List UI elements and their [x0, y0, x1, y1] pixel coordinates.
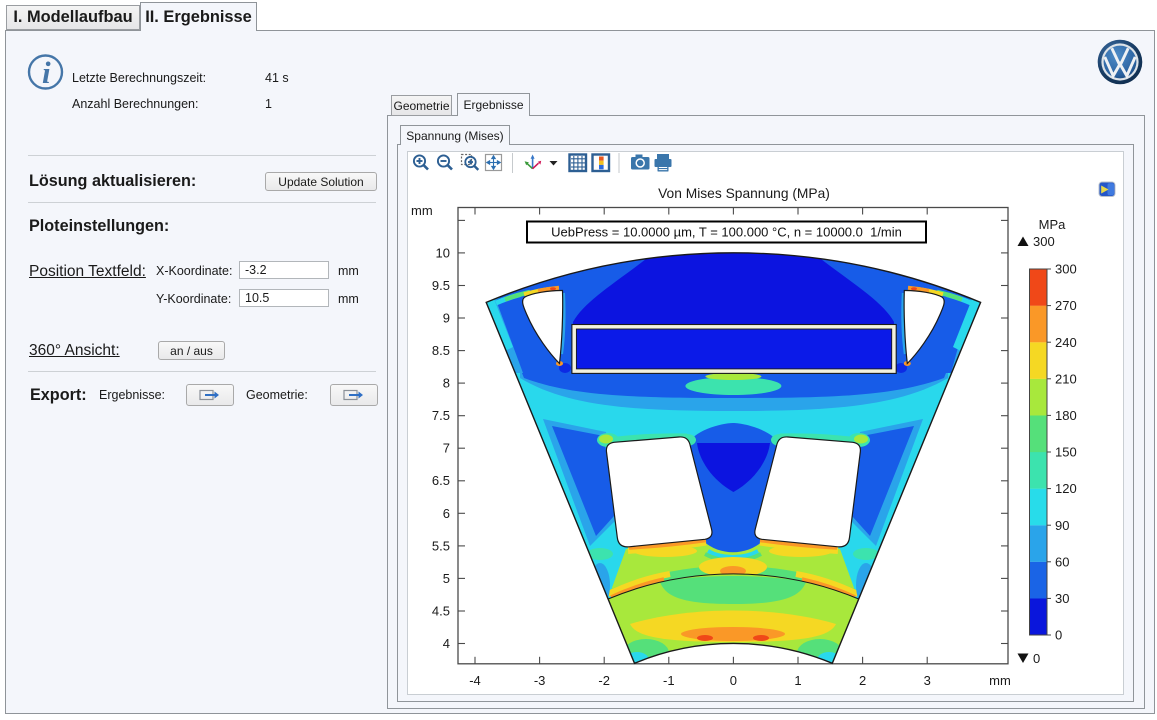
svg-text:9.5: 9.5: [432, 278, 450, 293]
svg-text:3: 3: [924, 673, 931, 688]
svg-text:Von Mises Spannung (MPa): Von Mises Spannung (MPa): [658, 186, 830, 201]
svg-text:0: 0: [730, 673, 737, 688]
svg-text:270: 270: [1055, 298, 1077, 313]
svg-text:4: 4: [443, 636, 450, 651]
svg-text:MPa: MPa: [1039, 217, 1067, 232]
svg-text:9: 9: [443, 311, 450, 326]
svg-text:-1: -1: [663, 673, 675, 688]
svg-text:7.5: 7.5: [432, 408, 450, 423]
svg-text:i: i: [42, 55, 51, 90]
svg-text:1: 1: [794, 673, 801, 688]
svg-text:8.5: 8.5: [432, 343, 450, 358]
svg-text:30: 30: [1055, 591, 1069, 606]
svg-text:150: 150: [1055, 445, 1077, 460]
svg-text:UebPress = 10.0000 µm, T = 100: UebPress = 10.0000 µm, T = 100.000 °C, n…: [551, 225, 902, 240]
svg-text:7: 7: [443, 441, 450, 456]
svg-text:210: 210: [1055, 371, 1077, 386]
svg-text:4.5: 4.5: [432, 603, 450, 618]
svg-text:-3: -3: [534, 673, 546, 688]
svg-text:2: 2: [859, 673, 866, 688]
svg-text:120: 120: [1055, 481, 1077, 496]
svg-text:180: 180: [1055, 408, 1077, 423]
svg-text:300: 300: [1055, 262, 1077, 277]
svg-text:0: 0: [1055, 628, 1062, 643]
svg-text:10: 10: [436, 245, 450, 260]
svg-text:-2: -2: [598, 673, 610, 688]
svg-text:240: 240: [1055, 335, 1077, 350]
svg-text:0: 0: [1033, 651, 1040, 666]
svg-text:mm: mm: [989, 673, 1011, 688]
svg-text:mm: mm: [411, 203, 433, 218]
svg-text:6.5: 6.5: [432, 473, 450, 488]
svg-text:-4: -4: [469, 673, 481, 688]
svg-text:5: 5: [443, 571, 450, 586]
svg-text:6: 6: [443, 506, 450, 521]
svg-text:90: 90: [1055, 518, 1069, 533]
svg-text:5.5: 5.5: [432, 538, 450, 553]
svg-text:300: 300: [1033, 234, 1055, 249]
svg-text:60: 60: [1055, 554, 1069, 569]
svg-text:8: 8: [443, 376, 450, 391]
